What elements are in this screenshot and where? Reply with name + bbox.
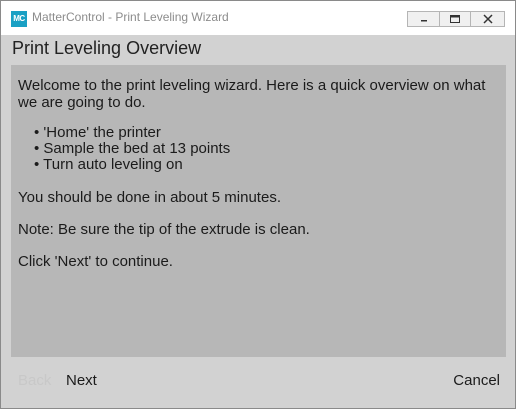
list-item: Sample the bed at 13 points: [34, 141, 230, 157]
minimize-icon: [420, 20, 427, 22]
list-item: Turn auto leveling on: [34, 157, 230, 173]
close-button[interactable]: [471, 11, 505, 27]
note-text: Note: Be sure the tip of the extrude is …: [18, 221, 310, 238]
title-bar[interactable]: MC MatterControl - Print Leveling Wizard: [1, 1, 515, 35]
mattercontrol-app-icon: MC: [11, 11, 27, 27]
wizard-header: Print Leveling Overview: [2, 36, 514, 62]
wizard-content-panel: Welcome to the print leveling wizard. He…: [11, 65, 506, 357]
instruction-text: Click 'Next' to continue.: [18, 253, 173, 270]
intro-text: Welcome to the print leveling wizard. He…: [18, 77, 486, 111]
close-icon: [482, 14, 493, 24]
wizard-window: MC MatterControl - Print Leveling Wizard…: [0, 0, 516, 409]
minimize-button[interactable]: [407, 11, 440, 27]
steps-list: 'Home' the printer Sample the bed at 13 …: [34, 125, 230, 173]
page-title: Print Leveling Overview: [12, 38, 202, 58]
window-title: MatterControl - Print Leveling Wizard: [32, 10, 229, 24]
back-button[interactable]: Back: [18, 372, 51, 389]
duration-text: You should be done in about 5 minutes.: [18, 189, 281, 206]
cancel-button[interactable]: Cancel: [453, 372, 500, 389]
maximize-button[interactable]: [440, 11, 471, 27]
maximize-icon: [450, 15, 460, 23]
wizard-footer: Back Next Cancel: [2, 361, 514, 407]
list-item: 'Home' the printer: [34, 125, 230, 141]
next-button[interactable]: Next: [66, 372, 97, 389]
